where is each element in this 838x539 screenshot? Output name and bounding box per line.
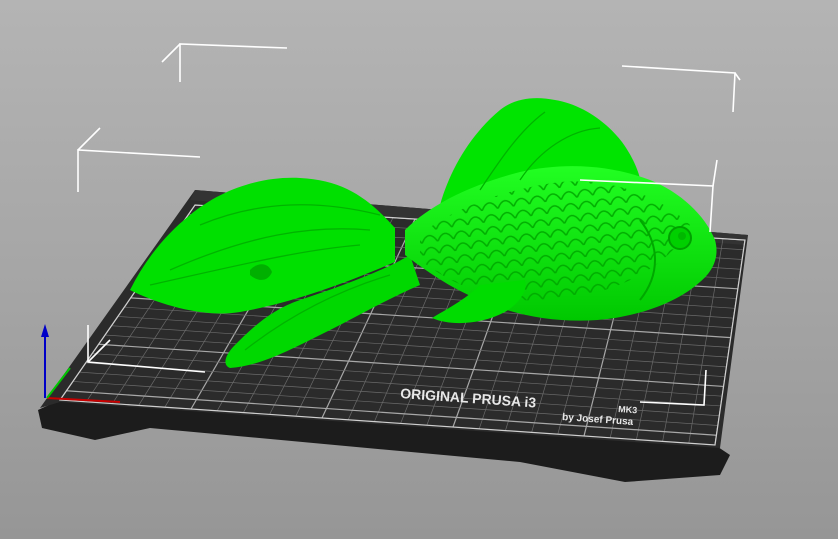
3d-viewport[interactable]: ORIGINAL PRUSA i3 MK3 by Josef Prusa [0,0,838,539]
scene-canvas[interactable]: ORIGINAL PRUSA i3 MK3 by Josef Prusa [0,0,838,539]
bed-label-model: MK3 [618,404,638,415]
axis-z-arrow-icon [41,324,49,337]
